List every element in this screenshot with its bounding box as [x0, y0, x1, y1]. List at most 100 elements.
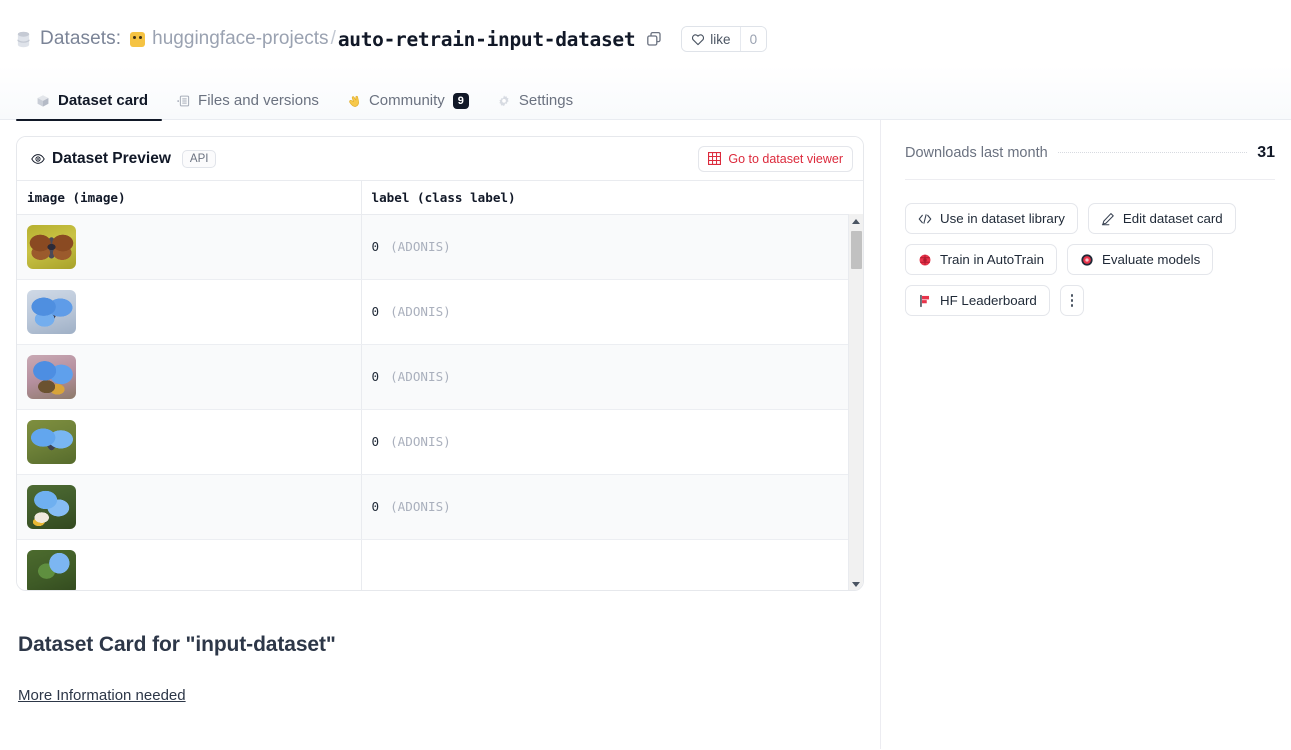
label-value — [372, 564, 383, 579]
evaluate-icon — [1080, 253, 1094, 267]
scrollbar-thumb[interactable] — [851, 231, 862, 269]
like-button[interactable]: like — [682, 27, 739, 51]
breadcrumb-separator: / — [331, 28, 336, 50]
cell-label[interactable] — [361, 540, 863, 592]
hf-leaderboard-label: HF Leaderboard — [940, 293, 1037, 308]
label-index: 0 — [372, 434, 380, 449]
butterfly-thumbnail-6 — [27, 550, 76, 591]
scroll-up-arrow[interactable] — [849, 214, 863, 229]
database-icon — [16, 31, 31, 48]
tab-community[interactable]: Community 9 — [333, 92, 483, 120]
downloads-value: 31 — [1257, 144, 1275, 162]
cell-image[interactable] — [17, 215, 361, 280]
heart-icon — [691, 33, 705, 46]
flag-icon — [918, 294, 932, 308]
cell-image[interactable] — [17, 410, 361, 475]
cell-image[interactable] — [17, 345, 361, 410]
dataset-preview-header: Dataset Preview API Go to dataset viewer — [17, 137, 863, 181]
breadcrumb-org-name: huggingface-projects — [152, 28, 328, 50]
kebab-menu-icon — [1071, 294, 1074, 307]
more-information-link[interactable]: More Information needed — [18, 687, 186, 704]
table-header-row: image (image) label (class label) — [17, 181, 863, 215]
tab-community-label: Community — [369, 92, 445, 109]
table-row[interactable]: 0 (ADONIS) — [17, 475, 863, 540]
butterfly-thumbnail-3 — [27, 355, 76, 399]
edit-dataset-card-button[interactable]: Edit dataset card — [1088, 203, 1236, 234]
page-header: Datasets: huggingface-projects / auto-re… — [0, 0, 1291, 120]
cell-image[interactable] — [17, 475, 361, 540]
label-index: 0 — [372, 369, 380, 384]
label-value: 0 (ADONIS) — [372, 434, 451, 449]
table-row[interactable]: 0(ADONIS) — [17, 345, 863, 410]
go-to-dataset-viewer-button[interactable]: Go to dataset viewer — [698, 146, 853, 172]
cell-label[interactable]: 0(ADONIS) — [361, 345, 863, 410]
table-vertical-scrollbar[interactable] — [848, 214, 863, 591]
butterfly-thumbnail-5 — [27, 485, 76, 529]
train-in-autotrain-label: Train in AutoTrain — [940, 252, 1044, 267]
label-value: 0 (ADONIS) — [372, 499, 451, 514]
label-name: (ADONIS) — [390, 499, 451, 514]
more-options-button[interactable] — [1060, 285, 1085, 316]
code-brackets-icon — [918, 212, 932, 226]
tab-dataset-card-label: Dataset card — [58, 92, 148, 109]
tab-settings[interactable]: Settings — [483, 92, 587, 120]
autotrain-icon — [918, 253, 932, 267]
label-name: (ADONIS) — [390, 434, 451, 449]
api-badge[interactable]: API — [182, 150, 217, 168]
copy-icon[interactable] — [646, 31, 662, 47]
downloads-leader-line — [1058, 152, 1248, 153]
go-to-dataset-viewer-label: Go to dataset viewer — [728, 152, 843, 166]
train-in-autotrain-button[interactable]: Train in AutoTrain — [905, 244, 1057, 275]
scroll-down-arrow[interactable] — [849, 577, 863, 591]
tab-files-and-versions[interactable]: Files and versions — [162, 92, 333, 120]
cell-label[interactable]: 0 (ADONIS) — [361, 280, 863, 345]
like-button-label: like — [710, 32, 730, 47]
evaluate-models-label: Evaluate models — [1102, 252, 1200, 267]
cell-image[interactable] — [17, 540, 361, 592]
repo-name[interactable]: auto-retrain-input-dataset — [338, 28, 635, 51]
use-in-dataset-library-button[interactable]: Use in dataset library — [905, 203, 1078, 234]
butterfly-thumbnail-4 — [27, 420, 76, 464]
clap-emoji-icon — [347, 94, 361, 108]
column-header-image[interactable]: image (image) — [17, 181, 361, 215]
like-count[interactable]: 0 — [740, 27, 767, 51]
label-value: 0(ADONIS) — [372, 239, 451, 254]
column-header-label[interactable]: label (class label) — [361, 181, 863, 215]
butterfly-thumbnail-2 — [27, 290, 76, 334]
file-list-icon — [176, 94, 190, 108]
table-row[interactable]: 0 (ADONIS) — [17, 410, 863, 475]
label-value: 0 (ADONIS) — [372, 304, 451, 319]
table-row[interactable] — [17, 540, 863, 592]
repo-breadcrumb: Datasets: huggingface-projects / auto-re… — [0, 0, 1291, 78]
label-index: 0 — [372, 304, 380, 319]
pencil-icon — [1101, 212, 1115, 226]
table-row[interactable]: 0 (ADONIS) — [17, 280, 863, 345]
dataset-preview-table: image (image) label (class label) 0 (ADON… — [17, 181, 863, 591]
tab-settings-label: Settings — [519, 92, 573, 109]
table-grid-icon — [708, 152, 721, 165]
use-in-dataset-library-label: Use in dataset library — [940, 211, 1065, 226]
hf-leaderboard-button[interactable]: HF Leaderboard — [905, 285, 1050, 316]
table-row[interactable]: 0(ADONIS) — [17, 215, 863, 280]
label-index: 0 — [372, 499, 380, 514]
breadcrumb-datasets-label[interactable]: Datasets: — [40, 28, 121, 50]
main-column: Dataset Preview API Go to dataset viewer — [0, 120, 881, 749]
label-name: (ADONIS) — [390, 304, 451, 319]
main-tabs: Dataset card Files and versions Communit… — [0, 78, 1291, 120]
evaluate-models-button[interactable]: Evaluate models — [1067, 244, 1213, 275]
edit-dataset-card-label: Edit dataset card — [1123, 211, 1223, 226]
tab-dataset-card[interactable]: Dataset card — [16, 92, 162, 120]
breadcrumb-org-link[interactable]: huggingface-projects — [130, 28, 328, 50]
cell-label[interactable]: 0(ADONIS) — [361, 215, 863, 280]
cell-image[interactable] — [17, 280, 361, 345]
sidebar: Downloads last month 31 Use in dataset l… — [881, 120, 1291, 749]
eye-icon — [31, 152, 45, 166]
like-button-group: like 0 — [681, 26, 767, 52]
dataset-table-scroll-area: image (image) label (class label) 0 (ADON… — [17, 181, 863, 591]
cell-label[interactable]: 0 (ADONIS) — [361, 475, 863, 540]
downloads-row: Downloads last month 31 — [905, 144, 1275, 180]
dataset-preview-card: Dataset Preview API Go to dataset viewer — [16, 136, 864, 591]
page-title: Dataset Card for "input-dataset" — [18, 633, 862, 657]
label-value: 0(ADONIS) — [372, 369, 451, 384]
cell-label[interactable]: 0 (ADONIS) — [361, 410, 863, 475]
